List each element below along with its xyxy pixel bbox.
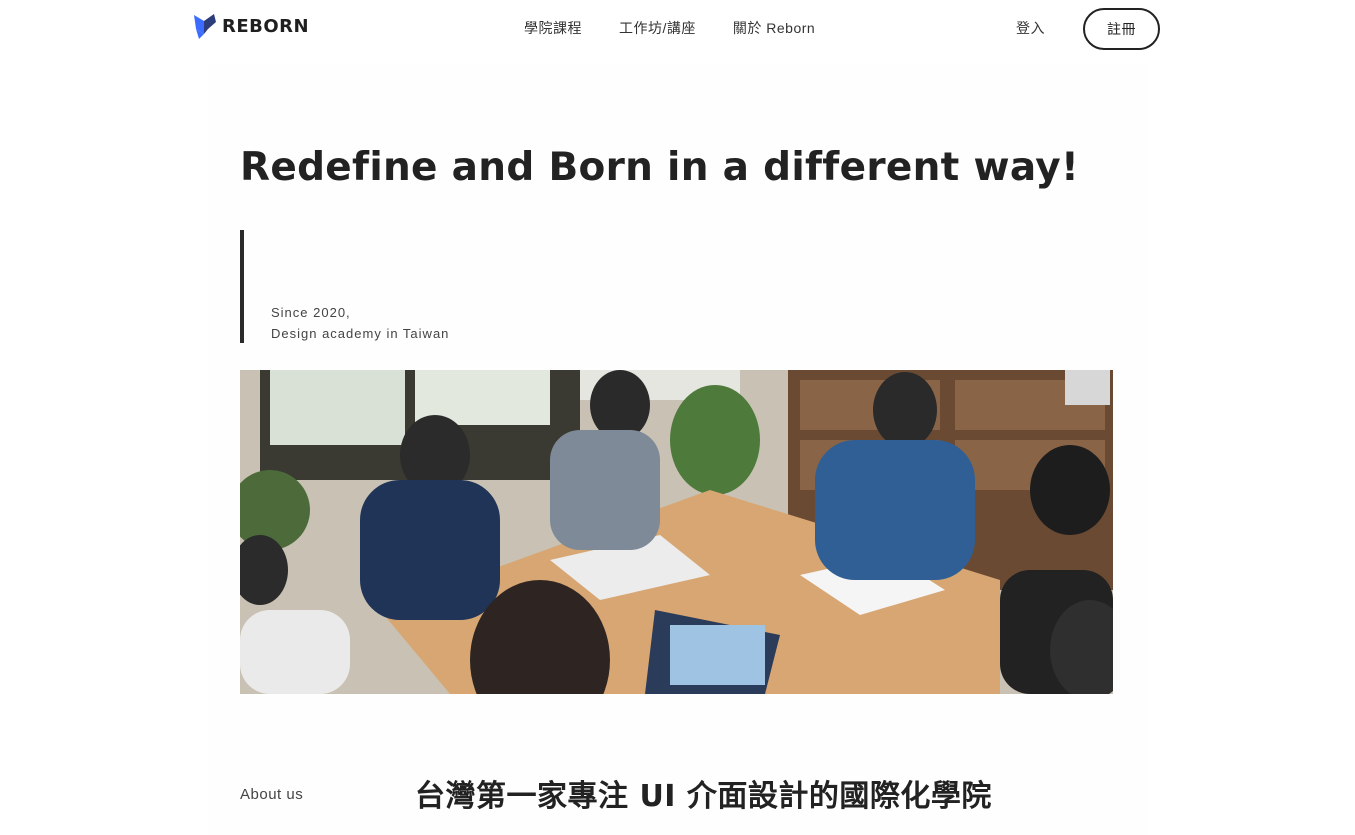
nav-courses[interactable]: 學院課程: [524, 19, 582, 37]
main-nav: 學院課程 工作坊/講座 關於 Reborn: [524, 19, 852, 37]
team-meeting-photo: [240, 370, 1113, 694]
nav-about[interactable]: 關於 Reborn: [733, 19, 815, 37]
site-header: REBORN 學院課程 工作坊/講座 關於 Reborn 登入 註冊: [0, 0, 1355, 64]
signup-button[interactable]: 註冊: [1083, 8, 1160, 50]
login-link[interactable]: 登入: [1016, 19, 1045, 37]
nav-workshops[interactable]: 工作坊/講座: [619, 19, 696, 37]
since-text: Since 2020, Design academy in Taiwan: [271, 302, 449, 344]
hero-title: Redefine and Born in a different way!: [240, 145, 1080, 190]
logo-text: REBORN: [222, 15, 310, 37]
since-line-1: Since 2020,: [271, 305, 351, 320]
about-label: About us: [240, 786, 304, 803]
quote-bar: [240, 230, 244, 343]
since-line-2: Design academy in Taiwan: [271, 326, 450, 341]
hero-photo: [240, 370, 1113, 694]
logo-link[interactable]: REBORN: [192, 12, 309, 40]
about-heading: 台灣第一家專注 UI 介面設計的國際化學院: [415, 779, 992, 814]
reborn-logo-icon: [194, 14, 216, 39]
